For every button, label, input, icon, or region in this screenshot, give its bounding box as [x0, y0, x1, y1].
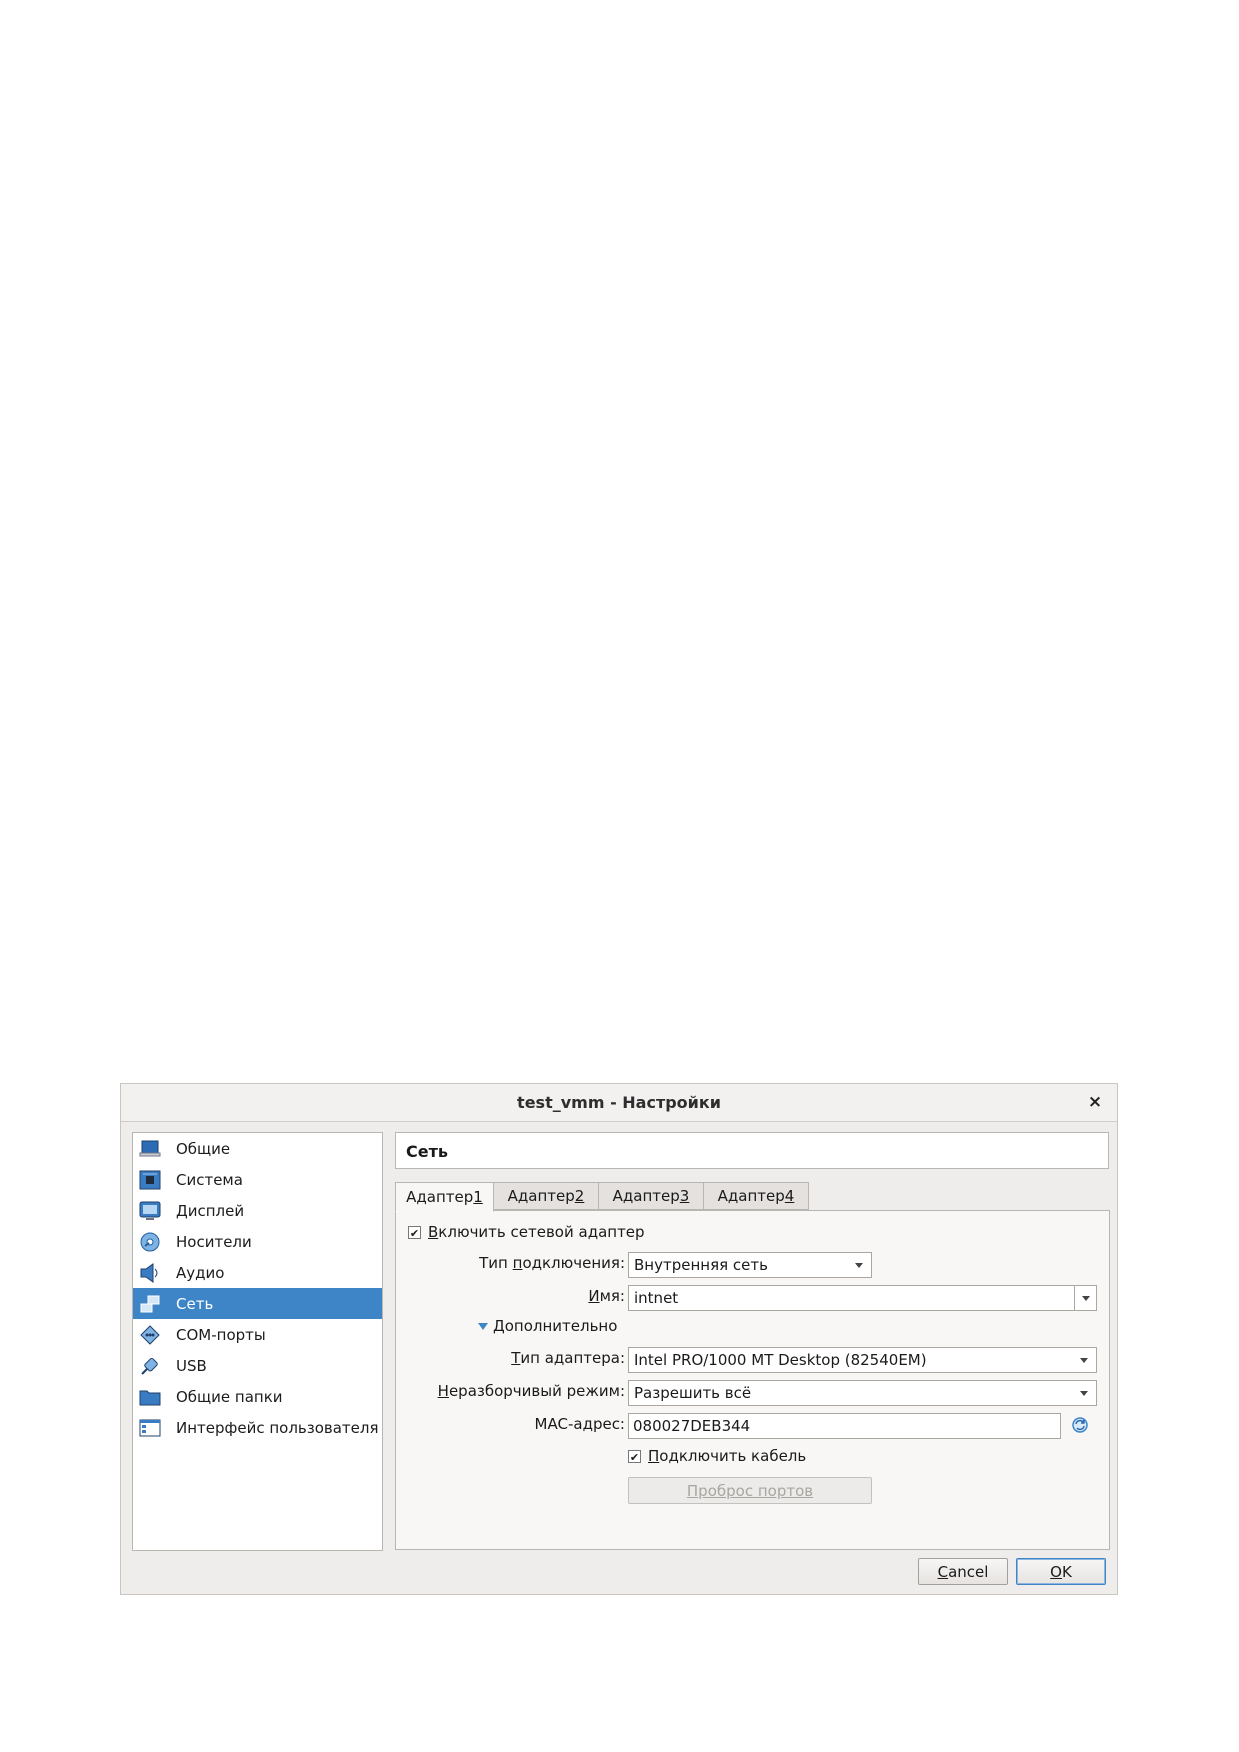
network-icon [138, 1293, 162, 1315]
attached-to-label: Тип подключения: [479, 1254, 625, 1272]
sidebar-item-label: Общие папки [176, 1387, 283, 1406]
expander-triangle-icon [478, 1322, 488, 1330]
tab-mnemonic: 4 [784, 1187, 795, 1205]
network-name-combobox[interactable]: intnet [628, 1285, 1097, 1311]
promiscuous-mode-select[interactable]: Разрешить всё [628, 1380, 1097, 1406]
refresh-mac-icon[interactable] [1071, 1416, 1091, 1436]
display-icon [138, 1200, 162, 1222]
cable-connected-checkbox[interactable]: ✔ [628, 1449, 641, 1464]
enable-adapter-checkbox-row[interactable]: ✔ Включить сетевой адаптер [408, 1223, 645, 1241]
sidebar-item-label: Носители [176, 1232, 252, 1251]
sidebar-item-label: Сеть [176, 1294, 214, 1313]
adapter-settings-panel: ✔ Включить сетевой адаптер Тип подключен… [395, 1210, 1110, 1550]
adapter-type-label: Тип адаптера: [511, 1349, 625, 1367]
usb-icon [138, 1355, 162, 1377]
tab-adapter-3[interactable]: Адаптер 3 [598, 1182, 704, 1210]
sidebar-item-label: Аудио [176, 1263, 225, 1282]
settings-category-list: Общие Система Дисплей Носители Аудио Сет… [132, 1132, 383, 1551]
tab-adapter-2[interactable]: Адаптер 2 [493, 1182, 599, 1210]
port-forwarding-button[interactable]: Проброс портов [628, 1477, 872, 1504]
advanced-mnemonic: Д [493, 1317, 505, 1335]
tab-label: Адаптер [612, 1187, 680, 1205]
sidebar-item-label: COM-порты [176, 1325, 266, 1344]
combobox-dropdown-button[interactable] [1074, 1286, 1096, 1310]
audio-icon [138, 1262, 162, 1284]
system-icon [138, 1169, 162, 1191]
sidebar-item-storage[interactable]: Носители [133, 1226, 382, 1257]
storage-icon [138, 1231, 162, 1253]
sidebar-item-audio[interactable]: Аудио [133, 1257, 382, 1288]
serial-ports-icon [138, 1324, 162, 1346]
sidebar-item-label: Система [176, 1170, 243, 1189]
adapter-type-select[interactable]: Intel PRO/1000 MT Desktop (82540EM) [628, 1347, 1097, 1373]
enable-adapter-mnemonic: В [428, 1223, 439, 1241]
tab-mnemonic: 3 [679, 1187, 690, 1205]
advanced-label: ополнительно [504, 1317, 618, 1335]
promiscuous-mode-label: Неразборчивый режим: [437, 1382, 625, 1400]
advanced-expander[interactable]: Дополнительно [478, 1317, 617, 1335]
cable-mnemonic: П [648, 1447, 660, 1465]
sidebar-item-user-interface[interactable]: Интерфейс пользователя [133, 1412, 382, 1443]
sidebar-item-label: Общие [176, 1139, 231, 1158]
sidebar-item-shared-folders[interactable]: Общие папки [133, 1381, 382, 1412]
tab-adapter-1[interactable]: Адаптер 1 [395, 1182, 494, 1212]
page-title: Сеть [395, 1132, 1109, 1169]
chevron-down-icon [1080, 1391, 1088, 1396]
tab-mnemonic: 2 [574, 1187, 585, 1205]
mac-address-field[interactable]: 080027DEB344 [628, 1413, 1061, 1439]
tab-label: Адаптер [717, 1187, 785, 1205]
enable-adapter-checkbox[interactable]: ✔ [408, 1225, 421, 1240]
general-icon [138, 1138, 162, 1160]
settings-dialog: test_vmm - Настройки × Общие Система Дис… [120, 1083, 1118, 1595]
attached-to-value: Внутренняя сеть [634, 1256, 768, 1274]
window-title: test_vmm - Настройки [517, 1093, 721, 1112]
sidebar-item-network[interactable]: Сеть [133, 1288, 382, 1319]
cancel-button[interactable]: Cancel [918, 1558, 1008, 1585]
tab-mnemonic: 1 [473, 1188, 483, 1206]
chevron-down-icon [1080, 1358, 1088, 1363]
sidebar-item-label: USB [176, 1356, 207, 1375]
close-button[interactable]: × [1085, 1092, 1105, 1112]
sidebar-item-usb[interactable]: USB [133, 1350, 382, 1381]
ok-button[interactable]: OK [1016, 1558, 1106, 1585]
sidebar-item-label: Дисплей [176, 1201, 245, 1220]
sidebar-item-system[interactable]: Система [133, 1164, 382, 1195]
tab-adapter-4[interactable]: Адаптер 4 [703, 1182, 809, 1210]
mac-address-label: MAC-адрес: [534, 1415, 625, 1433]
title-bar[interactable]: test_vmm - Настройки × [121, 1084, 1117, 1122]
sidebar-item-general[interactable]: Общие [133, 1133, 382, 1164]
promiscuous-mode-value: Разрешить всё [634, 1384, 752, 1402]
sidebar-item-display[interactable]: Дисплей [133, 1195, 382, 1226]
enable-adapter-label: ключить сетевой адаптер [438, 1223, 645, 1241]
attached-to-select[interactable]: Внутренняя сеть [628, 1252, 872, 1278]
tab-label: Адаптер [406, 1188, 474, 1206]
sidebar-item-serial-ports[interactable]: COM-порты [133, 1319, 382, 1350]
cable-connected-checkbox-row[interactable]: ✔ Подключить кабель [628, 1447, 806, 1465]
cable-connected-label: одключить кабель [659, 1447, 807, 1465]
adapter-type-value: Intel PRO/1000 MT Desktop (82540EM) [634, 1351, 927, 1369]
name-label: Имя: [588, 1287, 625, 1305]
chevron-down-icon [1082, 1296, 1090, 1301]
tab-label: Адаптер [507, 1187, 575, 1205]
network-name-value: intnet [634, 1289, 679, 1307]
chevron-down-icon [855, 1263, 863, 1268]
shared-folders-icon [138, 1386, 162, 1408]
sidebar-item-label: Интерфейс пользователя [176, 1418, 379, 1437]
user-interface-icon [138, 1417, 162, 1439]
